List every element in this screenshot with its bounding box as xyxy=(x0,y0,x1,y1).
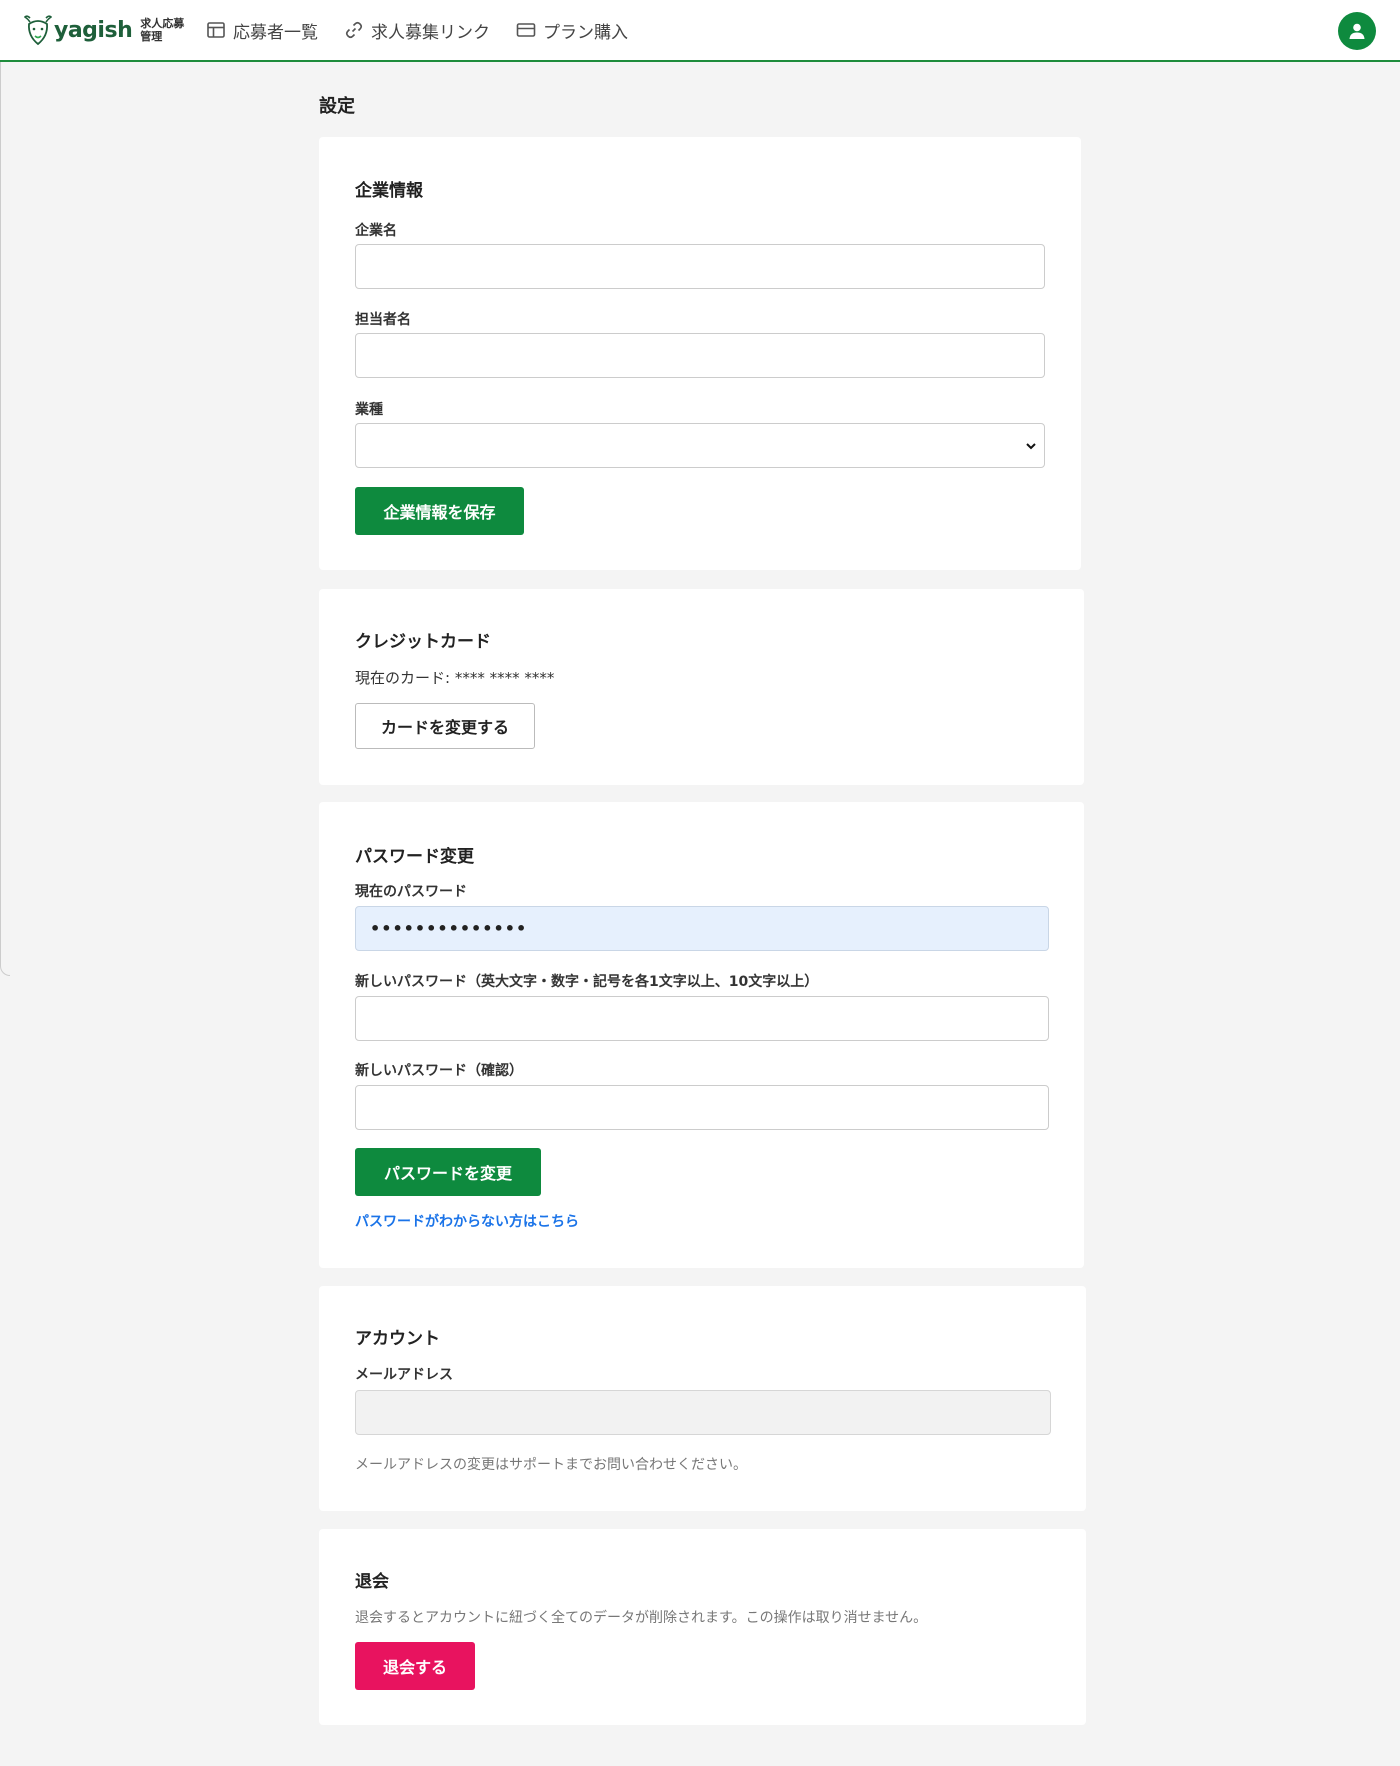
nav-plan-purchase-label: プラン購入 xyxy=(543,22,628,43)
company-info-heading: 企業情報 xyxy=(355,181,423,201)
nav-job-links[interactable]: 求人募集リンク xyxy=(344,18,490,43)
logo-text: yagish xyxy=(54,17,133,43)
forgot-password-link[interactable]: パスワードがわからない方はこちら xyxy=(355,1211,579,1231)
withdraw-button[interactable]: 退会する xyxy=(355,1642,475,1690)
company-info-card: 企業情報 企業名 担当者名 業種 企業情報を保存 xyxy=(319,137,1081,570)
new-password-input[interactable] xyxy=(355,996,1049,1041)
confirm-password-input[interactable] xyxy=(355,1085,1049,1130)
link-icon xyxy=(345,21,363,39)
nav-plan-purchase[interactable]: プラン購入 xyxy=(516,18,628,43)
user-avatar-button[interactable] xyxy=(1338,12,1376,50)
withdraw-heading: 退会 xyxy=(355,1572,389,1592)
company-name-label: 企業名 xyxy=(355,223,397,239)
company-name-input[interactable] xyxy=(355,244,1045,289)
current-password-label: 現在のパスワード xyxy=(355,884,467,900)
confirm-password-label: 新しいパスワード（確認） xyxy=(355,1063,523,1079)
account-card: アカウント メールアドレス メールアドレスの変更はサポートまでお問い合わせくださ… xyxy=(319,1286,1086,1511)
industry-select[interactable] xyxy=(355,423,1045,468)
email-change-note: メールアドレスの変更はサポートまでお問い合わせください。 xyxy=(355,1457,747,1473)
new-password-label: 新しいパスワード（英大文字・数字・記号を各1文字以上、10文字以上） xyxy=(355,974,819,990)
email-input xyxy=(355,1390,1051,1435)
contact-name-label: 担当者名 xyxy=(355,312,411,328)
chevron-down-icon xyxy=(1026,443,1036,450)
industry-label: 業種 xyxy=(355,402,383,418)
user-icon xyxy=(1349,23,1365,39)
credit-card-heading: クレジットカード xyxy=(355,632,491,652)
logo-subtitle: 求人応募 管理 xyxy=(140,17,185,43)
nav-job-links-label: 求人募集リンク xyxy=(371,22,490,43)
change-card-button[interactable]: カードを変更する xyxy=(355,703,535,749)
email-label: メールアドレス xyxy=(355,1367,453,1383)
goat-logo-icon xyxy=(24,15,52,46)
password-heading: パスワード変更 xyxy=(355,847,474,867)
nav-applicants[interactable]: 応募者一覧 xyxy=(206,18,318,43)
current-card-text: 現在のカード: **** **** **** xyxy=(355,669,555,687)
main-nav: 応募者一覧 求人募集リンク プラン購入 xyxy=(206,0,654,60)
nav-applicants-label: 応募者一覧 xyxy=(233,22,318,43)
layout-icon xyxy=(207,22,225,38)
contact-name-input[interactable] xyxy=(355,333,1045,378)
withdraw-warning: 退会するとアカウントに紐づく全てのデータが削除されます。この操作は取り消せません… xyxy=(355,1610,928,1626)
account-heading: アカウント xyxy=(355,1329,440,1349)
change-password-button[interactable]: パスワードを変更 xyxy=(355,1148,541,1196)
password-change-card: パスワード変更 現在のパスワード •••••••••••••• 新しいパスワード… xyxy=(319,802,1084,1268)
withdraw-card: 退会 退会するとアカウントに紐づく全てのデータが削除されます。この操作は取り消せ… xyxy=(319,1529,1086,1725)
logo[interactable]: yagish 求人応募 管理 xyxy=(24,14,184,46)
credit-card-card: クレジットカード 現在のカード: **** **** **** カードを変更する xyxy=(319,589,1084,785)
save-company-button[interactable]: 企業情報を保存 xyxy=(355,487,524,535)
top-navigation-bar: yagish 求人応募 管理 応募者一覧 求人募集リンク プラン購入 xyxy=(0,0,1400,62)
page-title: 設定 xyxy=(319,96,355,117)
window-edge xyxy=(0,62,10,976)
current-password-input[interactable]: •••••••••••••• xyxy=(355,906,1049,951)
credit-card-icon xyxy=(516,23,536,37)
